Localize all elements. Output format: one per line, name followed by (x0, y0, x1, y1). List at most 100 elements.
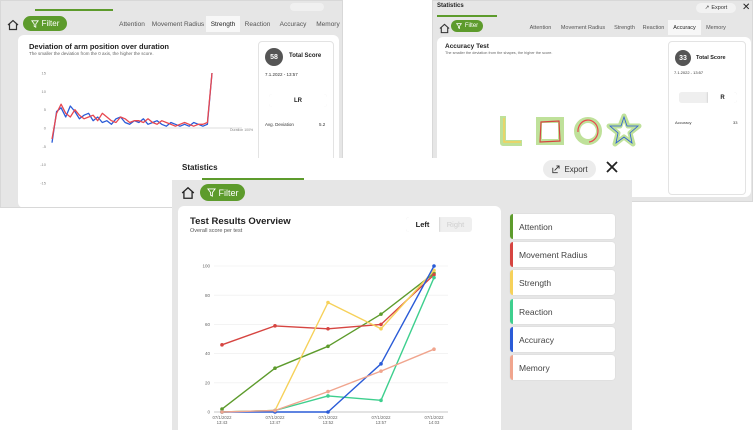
filter-label: Filter (218, 187, 239, 198)
tab-strength[interactable]: Strength (206, 16, 240, 32)
data-point-memory (432, 347, 436, 352)
data-point-reaction (326, 394, 330, 398)
home-icon[interactable] (439, 21, 450, 34)
filter-label: Filter (41, 19, 60, 28)
test-tabs: Attention Movement Radius Strength React… (114, 16, 342, 32)
data-point-attention (379, 312, 383, 316)
y-tick-label: 20 (205, 380, 211, 385)
score-circle: 58 (265, 48, 283, 66)
legend-memory[interactable]: Memory (510, 355, 615, 380)
toggle-r[interactable]: R (708, 92, 737, 103)
filter-icon (30, 19, 39, 28)
y-tick-label: 60 (205, 322, 211, 327)
x-tick-time: 13:52 (323, 420, 334, 425)
tab-reaction[interactable]: Reaction (240, 16, 275, 32)
filter-label: Filter (464, 23, 479, 29)
tab-strength[interactable]: Strength (610, 20, 639, 35)
data-point-reaction (432, 275, 436, 280)
statistics-title: Statistics (437, 3, 464, 9)
x-tick-time: 14:03 (429, 420, 440, 425)
home-icon[interactable] (181, 186, 195, 200)
toggle-lr[interactable]: LR (269, 94, 327, 107)
close-icon[interactable] (604, 159, 620, 175)
y-tick-label: 10 (42, 89, 47, 94)
tab-movement-radius[interactable]: Movement Radius (556, 20, 610, 35)
y-tick-label: 0 (44, 126, 47, 131)
chart-subtitle: Overall score per test (190, 228, 243, 234)
chart-title: Deviation of arm position over duration (29, 42, 170, 51)
tab-movement-radius[interactable]: Movement Radius (150, 16, 206, 32)
statistics-title: Statistics (182, 163, 218, 172)
shape-star (606, 113, 642, 147)
stat-label: Avg. Deviation (265, 122, 294, 127)
tab-attention[interactable]: Attention (525, 20, 556, 35)
window-top-button[interactable] (290, 3, 324, 11)
overview-line-chart: 020406080100 07/1/202213:4307/1/202213:4… (202, 264, 448, 425)
data-point-accuracy (432, 264, 436, 268)
test-tabs: Attention Movement Radius Strength React… (525, 20, 731, 35)
home-icon[interactable] (7, 18, 19, 31)
close-icon[interactable]: ✕ (742, 2, 750, 13)
filter-button[interactable]: Filter (23, 16, 67, 31)
export-button[interactable]: Export (543, 160, 596, 178)
data-point-reaction (379, 398, 383, 403)
data-point-memory (273, 408, 277, 413)
chart-title: Test Results Overview (190, 216, 291, 227)
x-tick-time: 13:57 (376, 420, 387, 425)
side-toggle[interactable]: Left Right (406, 217, 472, 232)
stat-value: 33 (733, 120, 738, 125)
data-point-memory (379, 369, 383, 373)
legend-movement-radius[interactable]: Movement Radius (510, 242, 615, 267)
export-label: Export (564, 164, 588, 174)
y-tick-label: 0 (207, 410, 210, 415)
chart-title: Accuracy Test (445, 43, 489, 50)
series-line-memory (221, 348, 435, 413)
y-tick-label: -5 (42, 144, 46, 149)
tab-accuracy[interactable]: Accuracy (275, 16, 311, 32)
filter-button[interactable]: Filter (451, 20, 483, 32)
shape-l (500, 116, 522, 146)
series-line-movement-radius (221, 274, 435, 346)
legend-accuracy[interactable]: Accuracy (510, 327, 615, 352)
export-button[interactable]: ↗ Export (696, 3, 736, 13)
y-tick-label: 100 (202, 264, 210, 269)
data-point-accuracy (326, 410, 330, 414)
data-point-movement-radius (273, 324, 277, 328)
legend-strength[interactable]: Strength (510, 270, 615, 295)
score-panel: 33 Total Score 7.1.2022 - 13:57 R Accura… (668, 41, 746, 195)
window-accent-bar (202, 178, 304, 180)
chart-subtitle: The smaller the deviation from the shape… (445, 51, 553, 55)
accuracy-shapes (500, 113, 642, 147)
tab-reaction[interactable]: Reaction (639, 20, 668, 35)
y-tick-label: 80 (205, 293, 211, 298)
export-label: Export (711, 5, 728, 11)
shape-square (536, 117, 564, 145)
x-tick-time: 13:43 (217, 420, 228, 425)
x-tick-time: 13:47 (270, 420, 281, 425)
toggle-right[interactable]: Right (439, 217, 472, 232)
tab-memory[interactable]: Memory (701, 20, 731, 35)
stat-value: 5.2 (319, 122, 326, 127)
side-toggle[interactable]: R (679, 92, 737, 103)
score-circle: 33 (675, 50, 691, 66)
deviation-series-line (51, 72, 213, 143)
tab-accuracy[interactable]: Accuracy (668, 20, 701, 35)
data-point-strength (379, 326, 383, 331)
tab-memory[interactable]: Memory (311, 16, 342, 32)
tab-attention[interactable]: Attention (114, 16, 150, 32)
legend-attention[interactable]: Attention (510, 214, 615, 239)
toggle-left-empty[interactable] (679, 92, 708, 103)
side-toggle[interactable]: LR (269, 94, 327, 107)
y-tick-label: 15 (42, 71, 47, 76)
score-label: Total Score (289, 53, 322, 59)
y-tick-label: -15 (40, 181, 47, 186)
y-tick-label: 5 (44, 107, 47, 112)
filter-icon (206, 188, 216, 197)
filter-button[interactable]: Filter (200, 184, 245, 201)
score-label: Total Score (696, 55, 726, 61)
chart-subtitle: The smaller the deviation from the 0 axi… (29, 51, 154, 56)
toggle-left[interactable]: Left (406, 217, 439, 232)
data-point-attention (326, 344, 330, 349)
test-datetime: 7.1.2022 - 13:57 (674, 70, 704, 75)
legend-reaction[interactable]: Reaction (510, 299, 615, 324)
